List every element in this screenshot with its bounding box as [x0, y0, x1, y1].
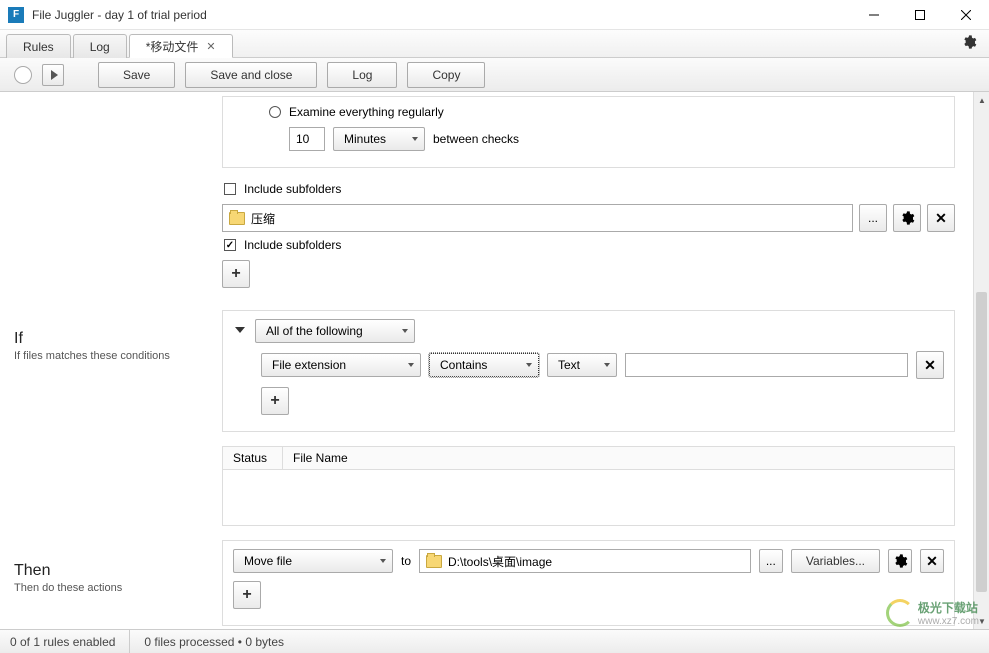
- scroll-up-icon[interactable]: ▲: [974, 92, 989, 108]
- condition-operator-dropdown[interactable]: Contains: [429, 353, 539, 377]
- scroll-down-icon[interactable]: ▼: [974, 613, 989, 629]
- record-button[interactable]: [14, 66, 32, 84]
- monitored-folder-path[interactable]: 压缩: [222, 204, 853, 232]
- app-icon: F: [8, 7, 24, 23]
- folder-icon: [426, 555, 442, 568]
- minimize-button[interactable]: [851, 0, 897, 30]
- browse-destination-button[interactable]: ...: [759, 549, 783, 573]
- column-status[interactable]: Status: [223, 447, 283, 469]
- interval-unit-dropdown[interactable]: Minutes: [333, 127, 425, 151]
- tab-log[interactable]: Log: [73, 34, 127, 58]
- save-and-close-button[interactable]: Save and close: [185, 62, 317, 88]
- folder-settings-button[interactable]: [893, 204, 921, 232]
- if-section-title: If: [14, 330, 208, 348]
- include-subfolders-checkbox-top[interactable]: [224, 183, 236, 195]
- action-dropdown[interactable]: Move file: [233, 549, 393, 573]
- add-action-button[interactable]: +: [233, 581, 261, 609]
- condition-value-input[interactable]: [625, 353, 908, 377]
- maximize-button[interactable]: [897, 0, 943, 30]
- then-section-subtitle: Then do these actions: [14, 582, 208, 594]
- close-icon: ✕: [926, 553, 938, 570]
- add-folder-button[interactable]: +: [222, 260, 250, 288]
- condition-combiner-dropdown[interactable]: All of the following: [255, 319, 415, 343]
- browse-folder-button[interactable]: ...: [859, 204, 887, 232]
- save-button[interactable]: Save: [98, 62, 175, 88]
- then-section-title: Then: [14, 562, 208, 580]
- action-settings-button[interactable]: [888, 549, 912, 573]
- copy-button[interactable]: Copy: [407, 62, 485, 88]
- condition-field-dropdown[interactable]: File extension: [261, 353, 421, 377]
- close-icon: ✕: [935, 210, 947, 227]
- column-filename[interactable]: File Name: [283, 447, 954, 469]
- vertical-scrollbar[interactable]: ▲ ▼: [973, 92, 989, 629]
- log-button[interactable]: Log: [327, 62, 397, 88]
- close-window-button[interactable]: [943, 0, 989, 30]
- remove-action-button[interactable]: ✕: [920, 549, 944, 573]
- title-bar: F File Juggler - day 1 of trial period: [0, 0, 989, 30]
- expand-icon[interactable]: [235, 327, 245, 333]
- remove-folder-button[interactable]: ✕: [927, 204, 955, 232]
- preview-table-body: [222, 470, 955, 526]
- toolbar: Save Save and close Log Copy: [0, 58, 989, 92]
- tab-rules[interactable]: Rules: [6, 34, 71, 58]
- status-bar: 0 of 1 rules enabled 0 files processed •…: [0, 629, 989, 653]
- to-label: to: [401, 554, 411, 568]
- examine-regularly-radio[interactable]: [269, 106, 281, 118]
- scrollbar-thumb[interactable]: [976, 292, 987, 592]
- preview-table-header: Status File Name: [222, 446, 955, 470]
- settings-gear-icon[interactable]: [961, 34, 977, 50]
- folder-icon: [229, 212, 245, 225]
- between-checks-label: between checks: [433, 132, 519, 146]
- close-tab-icon[interactable]: ✕: [206, 40, 215, 53]
- remove-condition-button[interactable]: ✕: [916, 351, 944, 379]
- tab-strip: Rules Log *移动文件 ✕: [0, 30, 989, 58]
- status-files-processed: 0 files processed • 0 bytes: [144, 635, 284, 649]
- examine-regularly-label: Examine everything regularly: [289, 105, 444, 119]
- play-button[interactable]: [42, 64, 64, 86]
- include-subfolders-checkbox-folder1[interactable]: [224, 239, 236, 251]
- variables-button[interactable]: Variables...: [791, 549, 880, 573]
- close-icon: ✕: [924, 357, 936, 374]
- condition-type-dropdown[interactable]: Text: [547, 353, 617, 377]
- destination-path[interactable]: D:\tools\桌面\image: [419, 549, 751, 573]
- if-section-subtitle: If files matches these conditions: [14, 350, 208, 362]
- include-subfolders-label-top: Include subfolders: [244, 182, 341, 196]
- add-condition-button[interactable]: +: [261, 387, 289, 415]
- interval-value-input[interactable]: [289, 127, 325, 151]
- tab-move-file[interactable]: *移动文件 ✕: [129, 34, 233, 58]
- window-title: File Juggler - day 1 of trial period: [32, 8, 851, 22]
- status-rules-enabled: 0 of 1 rules enabled: [10, 630, 130, 653]
- include-subfolders-label-folder1: Include subfolders: [244, 238, 341, 252]
